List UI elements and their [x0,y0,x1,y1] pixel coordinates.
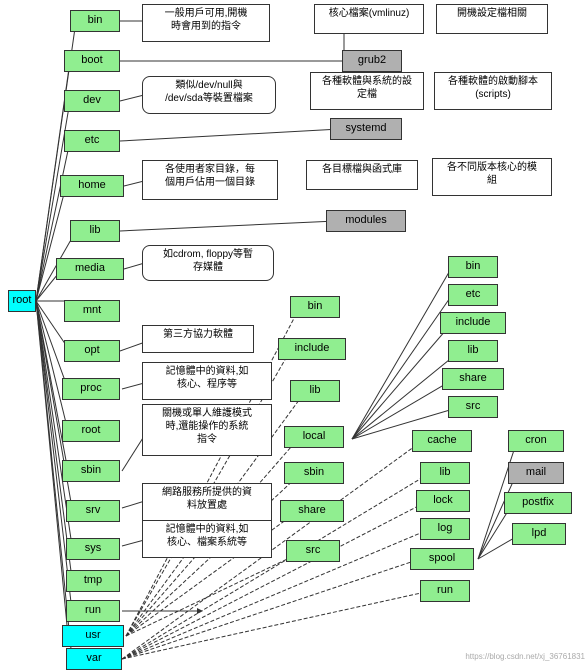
etc-scripts-desc: 各種軟體的啟動腳本(scripts) [434,72,552,110]
mail-node: mail [508,462,564,484]
dev-desc: 類似/dev/null與/dev/sda等裝置檔案 [142,76,276,114]
usr-bin-node: bin [290,296,340,318]
var-run-node: run [420,580,470,602]
home-node: home [60,175,124,197]
local-share-node: share [442,368,504,390]
run-node: run [66,600,120,622]
media-desc: 如cdrom, floppy等暫存媒體 [142,245,274,281]
home-modules-desc: 各不同版本核心的模組 [432,158,552,196]
bin-desc: 一般用戶可用,開機時會用到的指令 [142,4,270,42]
filesystem-diagram: root bin boot dev etc home lib media mnt… [0,0,587,663]
sbin-desc: 關機或單人維護模式時,還能操作的系統指令 [142,404,272,456]
var-cache-node: cache [412,430,472,452]
bin-node: bin [70,10,120,32]
root-node: root [8,290,36,312]
var-spool-node: spool [410,548,474,570]
var-lib-node: lib [420,462,470,484]
home-lib-desc: 各目標檔與函式庫 [306,160,418,190]
local-bin-node: bin [448,256,498,278]
sys-desc: 記憶體中的資料,如核心、檔案系統等 [142,520,272,558]
srv-desc: 網路服務所提供的資料放置處 [142,483,272,521]
cron-node: cron [508,430,564,452]
local-etc-node: etc [448,284,498,306]
var-log-node: log [420,518,470,540]
usr-share-node: share [280,500,344,522]
lpd-node: lpd [512,523,566,545]
usr-lib-node: lib [290,380,340,402]
usr-sbin-node: sbin [284,462,344,484]
local-lib-node: lib [448,340,498,362]
mnt-node: mnt [64,300,120,322]
proc-desc: 記憶體中的資料,如核心、程序等 [142,362,272,400]
sys-node: sys [66,538,120,560]
var-node: var [66,648,122,670]
modules-node: modules [326,210,406,232]
var-lock-node: lock [416,490,470,512]
srv-node: srv [66,500,120,522]
grub2-node: grub2 [342,50,402,72]
usr-local-node: local [284,426,344,448]
home-desc: 各使用者家目錄，每個用戶佔用一個目錄 [142,160,278,200]
root-dir-node: root [62,420,120,442]
proc-node: proc [62,378,120,400]
postfix-node: postfix [504,492,572,514]
boot-node: boot [64,50,120,72]
local-src-node: src [448,396,498,418]
boot-vmlinuz-desc: 核心檔案(vmlinuz) [314,4,424,34]
usr-node: usr [62,625,124,647]
etc-setting-desc: 各種軟體與系統的設定檔 [310,72,424,110]
opt-desc: 第三方協力軟體 [142,325,254,353]
systemd-node: systemd [330,118,402,140]
tmp-node: tmp [66,570,120,592]
opt-node: opt [64,340,120,362]
boot-scripts-desc: 開機設定檔相關 [436,4,548,34]
etc-node: etc [64,130,120,152]
media-node: media [56,258,124,280]
sbin-node: sbin [62,460,120,482]
lib-node: lib [70,220,120,242]
watermark: https://blog.csdn.net/xj_36761831 [465,652,585,661]
dev-node: dev [64,90,120,112]
local-include-node: include [440,312,506,334]
usr-src-node: src [286,540,340,562]
usr-include-node: include [278,338,346,360]
